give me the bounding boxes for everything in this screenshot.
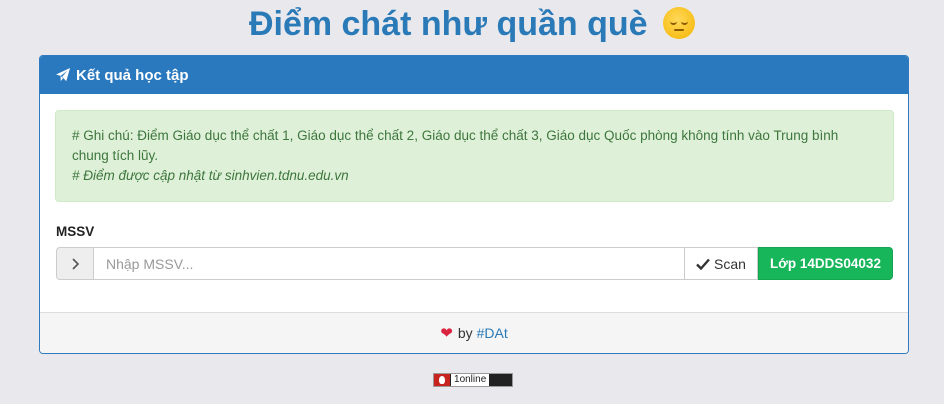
results-panel: Kết quả học tập # Ghi chú: Điểm Giáo dục… [39, 55, 909, 354]
mssv-input-group: Nhập MSSV... Scan Lớp 14DDS04032 [56, 247, 893, 280]
online-counter-badge[interactable]: 1online [433, 373, 513, 387]
class-button[interactable]: Lớp 14DDS04032 [758, 247, 893, 280]
author-link[interactable]: #DAt [477, 325, 508, 341]
page-title-text: Điểm chát như quần què [248, 5, 648, 43]
mssv-input-placeholder: Nhập MSSV... [106, 255, 194, 272]
paper-plane-icon [56, 68, 71, 82]
check-icon [696, 258, 710, 270]
footer-by-text: by [457, 325, 473, 341]
panel-heading: Kết quả học tập [40, 56, 908, 94]
mssv-input[interactable]: Nhập MSSV... [94, 247, 684, 280]
scan-button[interactable]: Scan [684, 247, 758, 280]
panel-footer: ❤ by #DAt [40, 312, 908, 353]
online-counter-text: 1online [451, 374, 490, 386]
counter-logo-icon [434, 374, 450, 386]
alert-update-source: # Điểm được cập nhật từ sinhvien.tdnu.ed… [72, 168, 349, 183]
online-label: online [459, 374, 487, 385]
panel-heading-text: Kết quả học tập [76, 66, 189, 84]
page-title: Điểm chát như quần què [0, 2, 944, 46]
info-alert: # Ghi chú: Điểm Giáo dục thể chất 1, Giá… [55, 110, 894, 202]
chevron-right-icon [56, 247, 94, 280]
alert-note: # Ghi chú: Điểm Giáo dục thể chất 1, Giá… [72, 128, 839, 163]
mssv-label: MSSV [56, 224, 95, 239]
pensive-face-icon [663, 7, 696, 39]
scan-button-label: Scan [714, 255, 746, 272]
heart-icon: ❤ [440, 325, 453, 342]
